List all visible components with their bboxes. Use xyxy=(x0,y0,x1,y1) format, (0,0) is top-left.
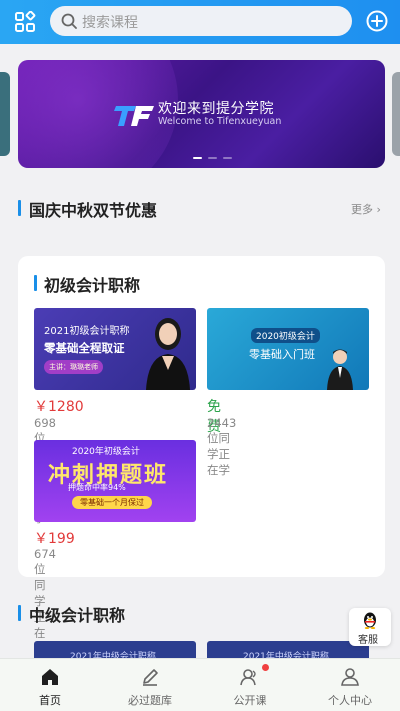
search-bar[interactable]: 搜索课程 xyxy=(50,6,352,36)
carousel-dot[interactable] xyxy=(208,157,217,159)
course-card: 初级会计职称 2021初级会计职称 零基础全程取证 主讲：璐璐老师 ￥1280 … xyxy=(18,256,385,656)
customer-service-button[interactable]: 客服 xyxy=(349,608,391,646)
tab-question-bank[interactable]: 必过题库 xyxy=(100,659,200,711)
search-icon xyxy=(61,13,77,29)
banner-glow xyxy=(18,60,178,168)
thumb-hitrate: 押题命中率94% xyxy=(68,483,126,492)
tab-open-class[interactable]: 公开课 xyxy=(200,659,300,711)
card-title: 初级会计职称 xyxy=(44,276,141,295)
qq-penguin-icon xyxy=(364,612,376,629)
grid-apps-icon[interactable] xyxy=(14,11,36,33)
more-link[interactable]: 更多 › xyxy=(351,201,381,217)
tab-profile[interactable]: 个人中心 xyxy=(300,659,400,711)
section2-title: 中级会计职称 xyxy=(29,606,126,625)
banner-carousel[interactable]: 欢迎来到提分学院 Welcome to Tifenxueyuan xyxy=(18,60,385,168)
course-price: ￥1280 xyxy=(34,399,84,415)
course-thumbnail[interactable]: 2020年初级会计 冲刺押题班 押题命中率94% 零基础一个月保过 xyxy=(34,440,196,522)
thumb-headline: 零基础入门班 xyxy=(249,348,315,361)
thumb-headline: 零基础全程取证 xyxy=(44,341,125,355)
tab-label: 首页 xyxy=(39,694,61,707)
thumb-line: 2020年初级会计 xyxy=(72,447,140,457)
banner-title: 欢迎来到提分学院 xyxy=(158,101,274,117)
open-class-icon xyxy=(240,669,256,686)
thumb-line: 2020初级会计 xyxy=(251,328,320,343)
course-price: ￥199 xyxy=(34,531,75,547)
customer-service-label: 客服 xyxy=(358,635,378,646)
teacher-photo xyxy=(146,318,190,390)
promo-section-title: 国庆中秋双节优惠 xyxy=(29,201,158,220)
thumb-slogan: 零基础一个月保过 xyxy=(72,496,152,509)
home-icon xyxy=(42,669,58,685)
course-learners: 2443位同学正在学 xyxy=(207,416,237,477)
banner-next-peek[interactable] xyxy=(392,72,400,156)
thumb-teacher: 主讲：璐璐老师 xyxy=(44,360,103,374)
bottom-tab-bar: 首页 必过题库 公开课 个人中心 xyxy=(0,658,400,711)
notification-badge xyxy=(262,664,269,671)
section-accent-bar xyxy=(18,200,21,216)
tf-logo-icon xyxy=(114,106,154,126)
search-placeholder: 搜索课程 xyxy=(82,15,138,31)
course-thumbnail[interactable]: 2020初级会计 零基础入门班 xyxy=(207,308,369,390)
carousel-dot[interactable] xyxy=(223,157,232,159)
carousel-dot-active[interactable] xyxy=(193,157,202,159)
banner-prev-peek[interactable] xyxy=(0,72,10,156)
section-accent-bar xyxy=(18,605,21,621)
user-icon xyxy=(341,668,359,686)
tab-label: 公开课 xyxy=(233,694,267,707)
course-thumbnail[interactable]: 2021初级会计职称 零基础全程取证 主讲：璐璐老师 xyxy=(34,308,196,390)
banner-subtitle: Welcome to Tifenxueyuan xyxy=(158,116,282,127)
tab-label: 个人中心 xyxy=(328,694,372,707)
pencil-icon xyxy=(143,669,158,686)
thumb-line: 2021初级会计职称 xyxy=(44,326,130,337)
carousel-dots xyxy=(193,157,232,159)
more-link-label: 更多 xyxy=(351,203,373,216)
card-accent-bar xyxy=(34,275,37,291)
tab-home[interactable]: 首页 xyxy=(0,659,100,711)
top-header: 搜索课程 xyxy=(0,0,400,44)
plus-circle-icon[interactable] xyxy=(366,10,388,32)
tab-label: 必过题库 xyxy=(128,694,172,707)
teacher-photo xyxy=(327,349,353,390)
